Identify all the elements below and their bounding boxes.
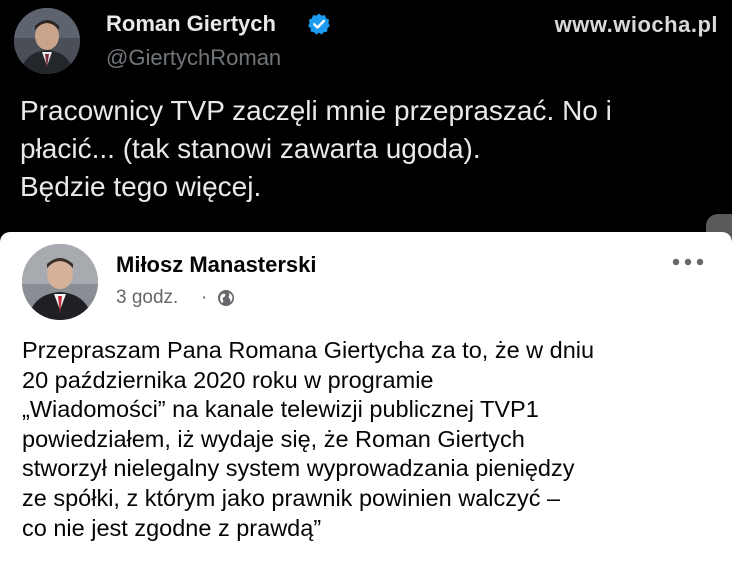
tweet-author-avatar[interactable] [14,8,80,74]
tweet-text-line: Pracownicy TVP zaczęli mnie przepraszać.… [20,95,612,126]
avatar-photo [14,8,80,74]
globe-icon [218,290,234,306]
more-options-icon[interactable] [670,256,706,268]
facebook-post-card: Miłosz Manasterski 3 godz. · Przepraszam… [0,232,732,567]
avatar-photo [22,244,98,320]
post-text-line: „Wiadomości” na kanale telewizji publicz… [22,396,539,423]
tweet: Roman Giertych @GiertychRoman www.wiocha… [0,0,732,232]
verified-badge-icon [308,13,330,35]
post-text: Przepraszam Pana Romana Giertycha za to,… [22,336,722,543]
post-author-avatar[interactable] [22,244,98,320]
post-text-line: co nie jest zgodne z prawdą” [22,514,322,541]
tweet-text: Pracownicy TVP zaczęli mnie przepraszać.… [20,92,720,206]
post-author-name[interactable]: Miłosz Manasterski [116,252,317,278]
post-timestamp[interactable]: 3 godz. [116,287,178,309]
meta-separator: · [201,287,208,308]
tweet-text-line: Będzie tego więcej. [20,171,262,202]
tweet-author-handle[interactable]: @GiertychRoman [106,45,281,71]
post-text-line: stworzył nielegalny system wyprowadzania… [22,455,575,482]
tweet-text-line: płacić... (tak stanowi zawarta ugoda). [20,133,481,164]
post-text-line: Przepraszam Pana Romana Giertycha za to,… [22,337,595,363]
post-text-line: 20 października 2020 roku w programie [22,366,434,393]
post-text-line: powiedziałem, iż wydaje się, że Roman Gi… [22,425,525,452]
watermark: www.wiocha.pl [554,12,718,37]
post-text-line: ze spółki, z którym jako prawnik powinie… [22,484,561,511]
tweet-author-name[interactable]: Roman Giertych [106,11,276,37]
